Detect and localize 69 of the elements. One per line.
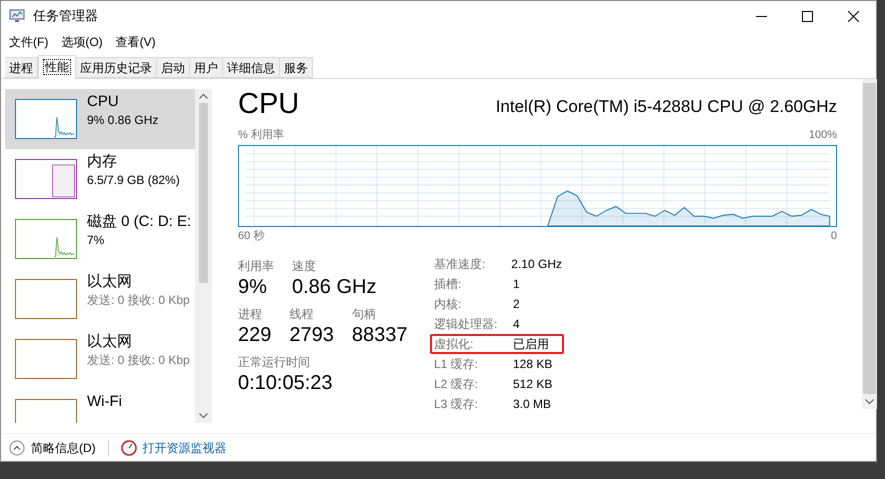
collapse-icon [9, 440, 25, 456]
metric-label: 速度 [292, 258, 317, 274]
detail-label: L2 缓存: [434, 376, 480, 393]
close-icon [848, 10, 858, 22]
tab[interactable]: 启动 [157, 57, 190, 78]
scroll-down-icon [199, 413, 208, 418]
menu-item[interactable]: 选项(O) [57, 33, 107, 51]
metric-label: 利用率 [238, 258, 274, 274]
detail-label: L1 缓存: [434, 356, 480, 373]
detail-value: 3.0 MB [513, 396, 552, 413]
detail-label: 插槽: [434, 276, 462, 293]
monitor-icon [9, 9, 25, 23]
item-name: 以太网 [87, 272, 133, 292]
tab[interactable]: 进程 [5, 57, 38, 78]
tab[interactable]: 用户 [190, 57, 223, 78]
detail-value: 已启用 [513, 336, 549, 353]
item-name: 内存 [87, 152, 118, 172]
item-name: 以太网 [87, 332, 133, 352]
sidebar-item[interactable]: CPU 9% 0.86 GHz [5, 89, 195, 149]
detail-label: 基准速度: [434, 256, 486, 273]
detail-value: 2 [513, 296, 520, 313]
item-name: 磁盘 0 (C: D: E: [87, 212, 192, 232]
metric-label: 线程 [289, 306, 314, 322]
metric-value: 229 [238, 323, 272, 348]
metric-value: 9% [238, 275, 268, 300]
detail-value: 128 KB [513, 356, 552, 373]
resource-monitor-link[interactable]: 打开资源监视器 [120, 438, 227, 456]
scrollbar[interactable] [195, 89, 212, 423]
graph-label: % 利用率 [238, 128, 284, 143]
menu-item[interactable]: 查看(V) [112, 33, 160, 51]
detail-label: 逻辑处理器: [434, 316, 498, 333]
panel-title: CPU [238, 87, 300, 121]
graph-label: 60 秒 [238, 228, 264, 244]
metric-label: 句柄 [352, 306, 377, 322]
detail-label: L3 缓存: [434, 396, 480, 413]
detail-value: 1 [513, 276, 520, 293]
scroll-down-icon [865, 399, 874, 404]
item-detail: 发送: 0 接收: 0 Kbp [87, 292, 190, 308]
item-detail: 7% [87, 232, 106, 248]
metric-label: 正常运行时间 [238, 354, 311, 370]
item-name: CPU [87, 92, 120, 112]
scrollbar[interactable] [862, 79, 877, 409]
metric-label: 进程 [238, 306, 263, 322]
metric-value: 0.86 GHz [292, 275, 376, 300]
item-detail: 6.5/7.9 GB (82%) [87, 172, 180, 188]
item-detail: 9% 0.86 GHz [87, 112, 158, 128]
detail-value: 512 KB [513, 376, 552, 393]
gauge-icon [120, 440, 137, 456]
menu-item[interactable]: 文件(F) [5, 33, 52, 51]
detail-value: 4 [513, 316, 520, 333]
item-name: Wi-Fi [87, 392, 122, 412]
tab[interactable]: 性能 [38, 55, 76, 79]
graph-label: 100% [808, 128, 837, 143]
tab[interactable]: 应用历史记录 [76, 57, 157, 78]
metric-value: 0:10:05:23 [238, 371, 333, 396]
detail-value: 2.10 GHz [511, 256, 562, 273]
maximize-icon [802, 10, 812, 22]
metric-value: 2793 [289, 323, 334, 348]
detail-label: 内核: [434, 296, 462, 313]
metric-value: 88337 [352, 323, 408, 348]
cpu-model: Intel(R) Core(TM) i5-4288U CPU @ 2.60GHz [496, 96, 837, 118]
detail-label: 虚拟化: [434, 336, 474, 353]
scroll-up-icon [199, 94, 208, 99]
window-title: 任务管理器 [33, 7, 98, 26]
item-detail: 发送: 0 接收: 0 Kbp [87, 352, 190, 368]
graph-label: 0 [830, 228, 837, 244]
summary-button[interactable]: 简略信息(D) [9, 438, 96, 456]
tab[interactable]: 服务 [280, 57, 313, 78]
tab[interactable]: 详细信息 [223, 57, 280, 78]
